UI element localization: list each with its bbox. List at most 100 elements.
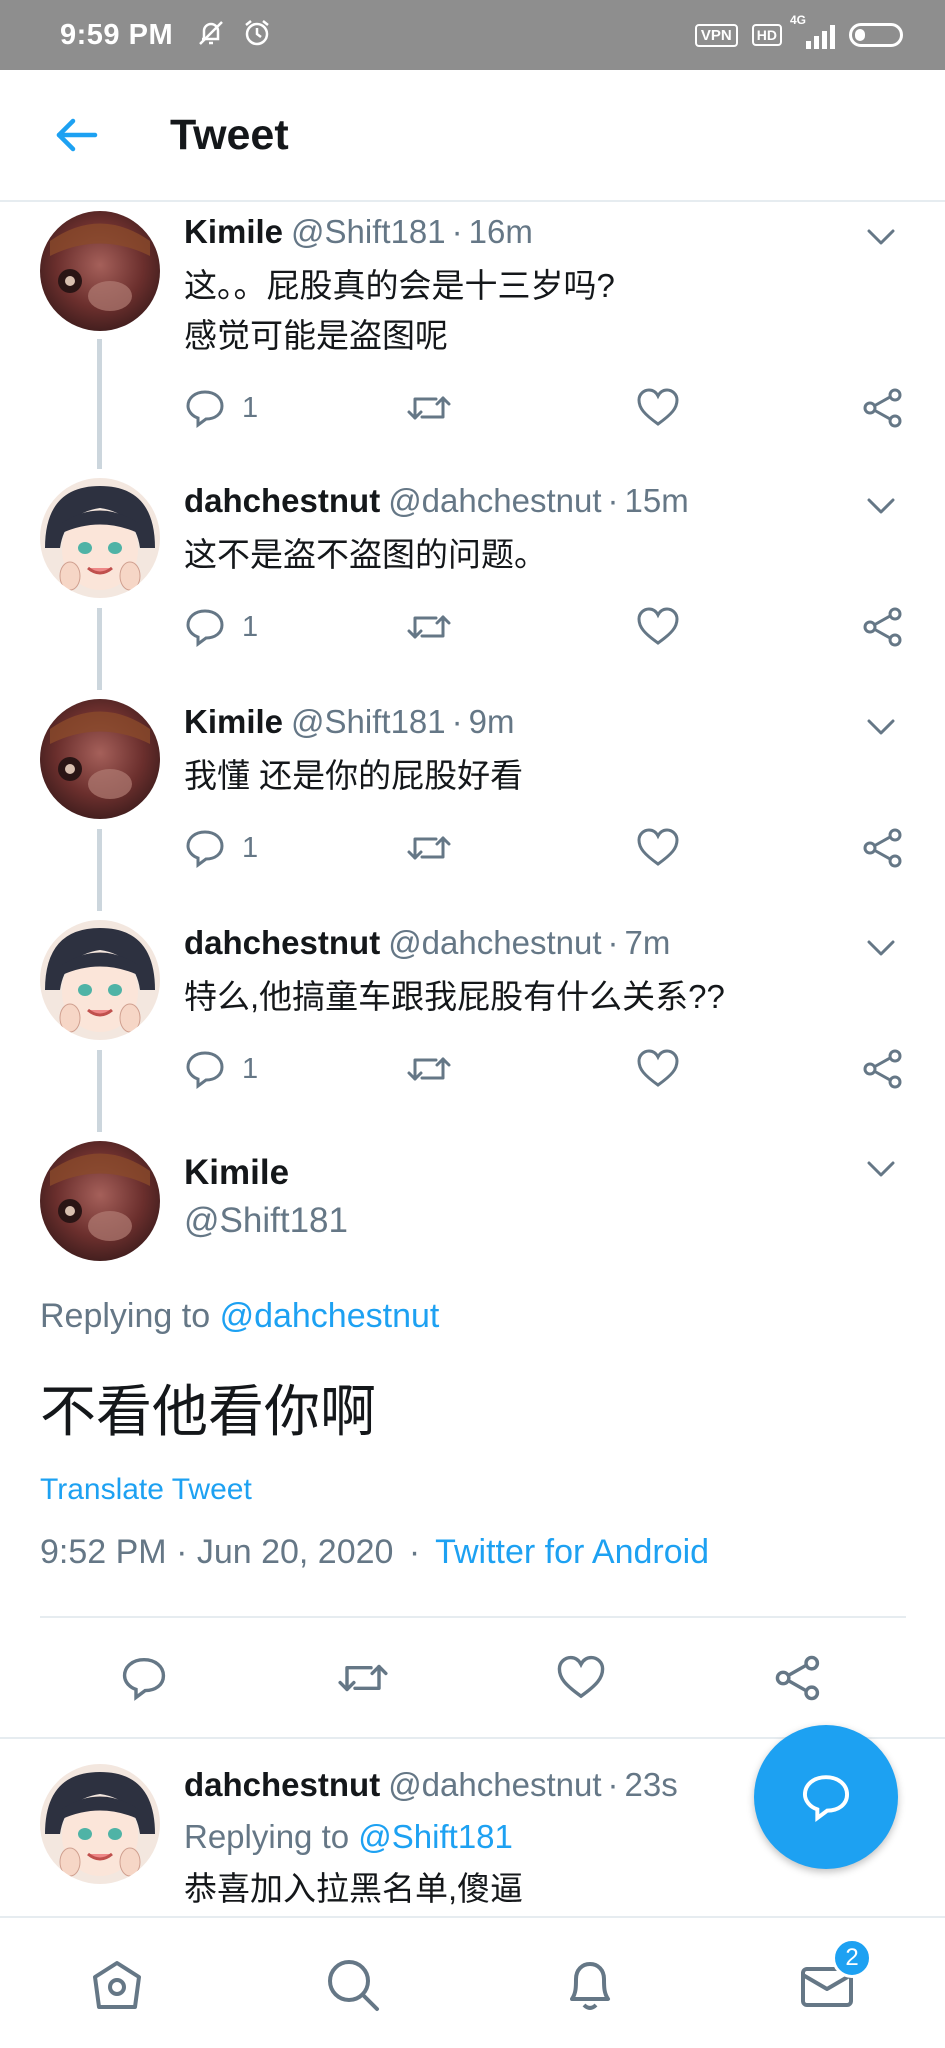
like-button[interactable] [636, 383, 680, 433]
reply-button[interactable] [120, 1653, 168, 1703]
tweet-meta: 9:52 PM · Jun 20, 2020 · Twitter for And… [40, 1533, 709, 1572]
share-button[interactable] [862, 602, 904, 652]
author-name[interactable]: dahchestnut [184, 1766, 380, 1803]
share-button[interactable] [862, 823, 904, 873]
replying-to-link[interactable]: @Shift181 [358, 1818, 513, 1855]
tweet-time: 15m [624, 482, 689, 519]
chevron-down-icon [867, 229, 895, 245]
thread-tweet[interactable]: dahchestnut @dahchestnut · 7m 特么,他搞童车跟我屁股有什… [0, 914, 945, 1132]
author-handle: @Shift181 [184, 1201, 348, 1240]
tweet-header: dahchestnut @dahchestnut · 15m [184, 482, 689, 520]
retweet-button[interactable] [336, 1653, 390, 1703]
retweet-icon [407, 1057, 451, 1081]
nav-messages[interactable]: 2 [792, 1938, 872, 2020]
author-handle: @dahchestnut [388, 1766, 602, 1803]
tweet-menu-button[interactable] [861, 1149, 901, 1189]
page-title: Tweet [170, 110, 289, 159]
replying-to-link[interactable]: @dahchestnut [220, 1297, 440, 1335]
avatar[interactable] [40, 211, 160, 331]
nav-notifications[interactable] [555, 1950, 625, 2020]
avatar[interactable] [40, 1764, 160, 1884]
tweet-menu-button[interactable] [861, 928, 901, 968]
tweet-menu-button[interactable] [861, 486, 901, 526]
replying-prefix: Replying to [184, 1818, 350, 1855]
like-button[interactable] [636, 1044, 680, 1094]
reply-count: 1 [242, 1052, 259, 1085]
tweet-source-link[interactable]: Twitter for Android [435, 1533, 709, 1571]
retweet-button[interactable] [406, 1044, 452, 1094]
reply-button[interactable]: 1 [184, 602, 258, 652]
like-button[interactable] [636, 602, 680, 652]
tweet-header: Kimile @Shift181 · 16m [184, 213, 533, 251]
focused-tweet-actions [0, 1653, 945, 1713]
reply-button[interactable]: 1 [184, 383, 258, 433]
share-button[interactable] [774, 1653, 822, 1703]
thread-line [97, 829, 102, 911]
app-header: Tweet [0, 70, 945, 202]
share-button[interactable] [862, 383, 904, 433]
separator-dot: · [451, 703, 463, 740]
heart-icon [637, 388, 679, 426]
replying-to: Replying to @Shift181 [184, 1812, 513, 1862]
chevron-down-icon [867, 940, 895, 956]
tweet-text-line: 我懂 还是你的屁股好看 [184, 757, 524, 794]
reply-icon [186, 609, 224, 647]
compose-reply-button[interactable] [754, 1725, 898, 1869]
avatar[interactable] [40, 920, 160, 1040]
author-name[interactable]: Kimile [184, 1153, 289, 1193]
author-name[interactable]: Kimile [184, 213, 283, 250]
tweet-actions: 1 [184, 602, 904, 652]
tweet-actions: 1 [184, 1044, 904, 1094]
retweet-button[interactable] [406, 602, 452, 652]
tweet-menu-button[interactable] [861, 707, 901, 747]
thread-tweet[interactable]: Kimile @Shift181 · 16m 这。。屁股真的会是十三岁吗? 感觉可能是… [0, 203, 945, 469]
translate-tweet-link[interactable]: Translate Tweet [40, 1473, 252, 1507]
home-icon [93, 1961, 141, 2009]
reply-count: 1 [242, 831, 259, 864]
tweet-text-line: 这。。屁股真的会是十三岁吗? [184, 267, 615, 304]
author-name[interactable]: dahchestnut [184, 482, 380, 519]
separator-dot: · [451, 213, 463, 250]
thread-line [97, 1050, 102, 1132]
back-button[interactable] [46, 105, 106, 165]
tweet-menu-button[interactable] [861, 217, 901, 257]
share-icon [863, 1049, 902, 1089]
retweet-icon [407, 836, 451, 860]
like-button[interactable] [556, 1653, 606, 1703]
search-icon [328, 1960, 379, 2011]
tweet-time: 16m [468, 213, 533, 250]
like-button[interactable] [636, 823, 680, 873]
thread-tweet[interactable]: dahchestnut @dahchestnut · 15m 这不是盗不盗图的问题。 … [0, 472, 945, 690]
author-name[interactable]: Kimile [184, 703, 283, 740]
author-name[interactable]: dahchestnut [184, 924, 380, 961]
reply-icon [186, 390, 224, 428]
hd-badge: HD [751, 24, 782, 46]
tweet-text: 我懂 还是你的屁股好看 [184, 751, 523, 801]
retweet-icon [407, 396, 451, 420]
replying-prefix: Replying to [40, 1297, 211, 1335]
signal-icon: 4G [790, 13, 835, 49]
avatar[interactable] [40, 1141, 160, 1261]
thread-line [97, 339, 102, 469]
tweet-actions: 1 [184, 823, 904, 873]
status-bar: 9:59 PM VPN HD 4G [0, 0, 945, 70]
retweet-button[interactable] [406, 383, 452, 433]
retweet-button[interactable] [406, 823, 452, 873]
avatar[interactable] [40, 478, 160, 598]
nav-search[interactable] [318, 1950, 388, 2020]
nav-home[interactable] [82, 1950, 152, 2020]
tweet-time: 9m [468, 703, 515, 740]
heart-icon [637, 828, 679, 866]
reply-button[interactable]: 1 [184, 823, 258, 873]
back-arrow-icon [56, 118, 98, 152]
tweet-header: dahchestnut @dahchestnut · 23s [184, 1766, 678, 1804]
tweet-text: 这。。屁股真的会是十三岁吗? 感觉可能是盗图呢 [184, 261, 615, 361]
retweet-icon [338, 1664, 388, 1692]
tweet-header: dahchestnut @dahchestnut · 7m [184, 924, 670, 962]
reply-button[interactable]: 1 [184, 1044, 258, 1094]
share-button[interactable] [862, 1044, 904, 1094]
heart-icon [637, 607, 679, 645]
thread-tweet[interactable]: Kimile @Shift181 · 9m 我懂 还是你的屁股好看 1 [0, 693, 945, 911]
avatar[interactable] [40, 699, 160, 819]
tweet-text-line: 这不是盗不盗图的问题。 [184, 536, 547, 573]
